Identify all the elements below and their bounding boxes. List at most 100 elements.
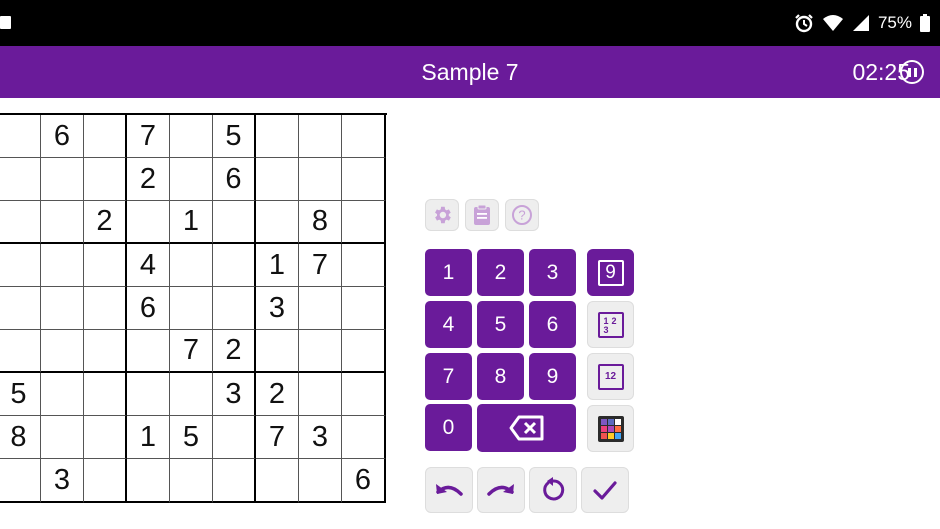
cell-r6-c3[interactable] (84, 330, 127, 373)
cell-r3-c2[interactable] (41, 201, 84, 244)
cell-r6-c7[interactable] (256, 330, 299, 373)
cell-r2-c6[interactable]: 6 (213, 158, 256, 201)
cell-r8-c8[interactable]: 3 (299, 416, 342, 459)
clipboard-button[interactable] (465, 199, 499, 231)
cell-r3-c8[interactable]: 8 (299, 201, 342, 244)
digit-key-8[interactable]: 8 (477, 353, 524, 400)
cell-r4-c5[interactable] (170, 244, 213, 287)
cell-r9-c3[interactable] (84, 459, 127, 503)
cell-r1-c6[interactable]: 5 (213, 115, 256, 158)
cell-r7-c2[interactable] (41, 373, 84, 416)
cell-r7-c7[interactable]: 2 (256, 373, 299, 416)
cell-r7-c1[interactable]: 5 (0, 373, 41, 416)
digit-key-7[interactable]: 7 (425, 353, 472, 400)
digit-key-0[interactable]: 0 (425, 404, 472, 451)
cell-r4-c6[interactable] (213, 244, 256, 287)
cell-r5-c5[interactable] (170, 287, 213, 330)
cell-r1-c1[interactable] (0, 115, 41, 158)
cell-r9-c9[interactable]: 6 (342, 459, 386, 503)
erase-button[interactable] (477, 404, 576, 452)
cell-r6-c6[interactable]: 2 (213, 330, 256, 373)
cell-r9-c5[interactable] (170, 459, 213, 503)
cell-r9-c4[interactable] (127, 459, 170, 503)
cell-r8-c3[interactable] (84, 416, 127, 459)
cell-r2-c7[interactable] (256, 158, 299, 201)
cell-r8-c9[interactable] (342, 416, 386, 459)
cell-r4-c7[interactable]: 1 (256, 244, 299, 287)
cell-r3-c9[interactable] (342, 201, 386, 244)
cell-r6-c2[interactable] (41, 330, 84, 373)
cell-r1-c7[interactable] (256, 115, 299, 158)
cell-r2-c9[interactable] (342, 158, 386, 201)
cell-r5-c3[interactable] (84, 287, 127, 330)
cell-r7-c8[interactable] (299, 373, 342, 416)
cell-r7-c6[interactable]: 3 (213, 373, 256, 416)
cell-r3-c1[interactable] (0, 201, 41, 244)
cell-r6-c5[interactable]: 7 (170, 330, 213, 373)
pause-icon[interactable] (900, 60, 924, 84)
cell-r1-c5[interactable] (170, 115, 213, 158)
cell-r9-c1[interactable] (0, 459, 41, 503)
cell-r4-c4[interactable]: 4 (127, 244, 170, 287)
digit-key-2[interactable]: 2 (477, 249, 524, 296)
cell-r6-c8[interactable] (299, 330, 342, 373)
digit-key-5[interactable]: 5 (477, 301, 524, 348)
cell-r9-c6[interactable] (213, 459, 256, 503)
cell-r7-c3[interactable] (84, 373, 127, 416)
cell-r9-c8[interactable] (299, 459, 342, 503)
cell-r6-c9[interactable] (342, 330, 386, 373)
cell-r5-c6[interactable] (213, 287, 256, 330)
cell-r2-c5[interactable] (170, 158, 213, 201)
cell-r6-c4[interactable] (127, 330, 170, 373)
cell-r4-c9[interactable] (342, 244, 386, 287)
cell-r8-c6[interactable] (213, 416, 256, 459)
cell-r2-c1[interactable] (0, 158, 41, 201)
cell-r4-c2[interactable] (41, 244, 84, 287)
cell-r9-c2[interactable]: 3 (41, 459, 84, 503)
pencil-mode-button[interactable]: 1 2 3 (587, 301, 634, 348)
help-button[interactable]: ? (505, 199, 539, 231)
cell-r5-c2[interactable] (41, 287, 84, 330)
cell-r7-c9[interactable] (342, 373, 386, 416)
cell-r3-c3[interactable]: 2 (84, 201, 127, 244)
cell-r3-c4[interactable] (127, 201, 170, 244)
restart-button[interactable] (529, 467, 577, 513)
cell-r8-c7[interactable]: 7 (256, 416, 299, 459)
redo-button[interactable] (477, 467, 525, 513)
cell-r2-c2[interactable] (41, 158, 84, 201)
digit-key-9[interactable]: 9 (529, 353, 576, 400)
cell-r6-c1[interactable] (0, 330, 41, 373)
cell-r2-c4[interactable]: 2 (127, 158, 170, 201)
cell-r8-c2[interactable] (41, 416, 84, 459)
notes-mode-button[interactable]: 12 (587, 353, 634, 400)
color-mode-button[interactable] (587, 405, 634, 452)
settings-button[interactable] (425, 199, 459, 231)
cell-r8-c4[interactable]: 1 (127, 416, 170, 459)
big-number-mode-button[interactable]: 9 (587, 249, 634, 296)
check-button[interactable] (581, 467, 629, 513)
cell-r8-c5[interactable]: 5 (170, 416, 213, 459)
cell-r3-c5[interactable]: 1 (170, 201, 213, 244)
cell-r2-c8[interactable] (299, 158, 342, 201)
cell-r1-c2[interactable]: 6 (41, 115, 84, 158)
digit-key-1[interactable]: 1 (425, 249, 472, 296)
cell-r3-c7[interactable] (256, 201, 299, 244)
undo-button[interactable] (425, 467, 473, 513)
cell-r3-c6[interactable] (213, 201, 256, 244)
cell-r2-c3[interactable] (84, 158, 127, 201)
cell-r5-c7[interactable]: 3 (256, 287, 299, 330)
cell-r5-c4[interactable]: 6 (127, 287, 170, 330)
cell-r5-c9[interactable] (342, 287, 386, 330)
cell-r5-c1[interactable] (0, 287, 41, 330)
cell-r7-c4[interactable] (127, 373, 170, 416)
cell-r9-c7[interactable] (256, 459, 299, 503)
digit-key-3[interactable]: 3 (529, 249, 576, 296)
cell-r7-c5[interactable] (170, 373, 213, 416)
cell-r5-c8[interactable] (299, 287, 342, 330)
cell-r4-c1[interactable] (0, 244, 41, 287)
cell-r1-c8[interactable] (299, 115, 342, 158)
cell-r1-c4[interactable]: 7 (127, 115, 170, 158)
digit-key-6[interactable]: 6 (529, 301, 576, 348)
cell-r4-c3[interactable] (84, 244, 127, 287)
cell-r1-c3[interactable] (84, 115, 127, 158)
